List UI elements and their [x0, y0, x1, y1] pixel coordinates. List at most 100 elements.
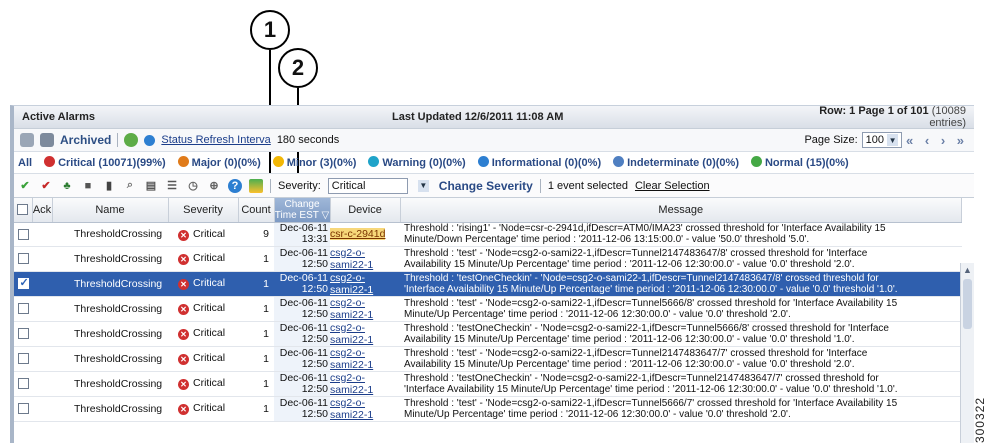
severity-filter-6[interactable]: Indeterminate (0)(0%) — [613, 156, 739, 169]
clear-icon[interactable]: ■ — [81, 179, 95, 193]
column-severity[interactable]: Severity — [168, 198, 239, 223]
device-link[interactable]: csg2-o-sami22-1 — [330, 372, 373, 396]
table-row[interactable]: ThresholdCrossing ✕ Critical 1Dec-06-1112:5… — [14, 396, 962, 422]
change-severity-button[interactable]: Change Severity — [439, 179, 533, 193]
severity-text: Critical — [193, 327, 226, 339]
annotate-icon[interactable]: ♣ — [60, 179, 74, 193]
status-refresh-interval-link[interactable]: Status Refresh Interva — [161, 134, 270, 146]
device-link[interactable]: csg2-o-sami22-1 — [330, 272, 373, 296]
device-link[interactable]: csg2-o-sami22-1 — [330, 397, 373, 421]
row-select-cell[interactable] — [14, 246, 32, 272]
count-cell: 1 — [238, 396, 274, 422]
severity-filter-5[interactable]: Informational (0)(0%) — [477, 156, 601, 169]
row-select-cell[interactable] — [14, 321, 32, 347]
page-size-select[interactable]: 100 ▼ — [861, 132, 903, 148]
select-all-checkbox[interactable] — [17, 204, 29, 216]
table-row[interactable]: ThresholdCrossing ✕ Critical 1Dec-06-1112:5… — [14, 246, 962, 272]
severity-filter-3[interactable]: Minor (3)(0%) — [272, 156, 356, 169]
filter-options-icon[interactable] — [40, 133, 54, 147]
select-all-header[interactable] — [14, 198, 33, 223]
device-cell: csg2-o-sami22-1 — [330, 246, 400, 272]
active-alarms-panel: Active Alarms Last Updated 12/6/2011 11:… — [10, 105, 974, 443]
critical-icon: ✕ — [178, 329, 189, 340]
event-list-icon[interactable]: ☰ — [165, 179, 179, 193]
device-link[interactable]: csg2-o-sami22-1 — [330, 297, 373, 321]
column-message[interactable]: Message — [400, 198, 962, 223]
column-ack[interactable]: Ack — [32, 198, 53, 223]
device-link[interactable]: csg2-o-sami22-1 — [330, 347, 373, 371]
severity-dropdown[interactable]: ▼ — [415, 178, 432, 194]
map-icon[interactable]: ⊕ — [207, 179, 221, 193]
message-line-2: Minute/Up Percentage' time period : '201… — [404, 408, 791, 420]
row-select-cell[interactable] — [14, 371, 32, 397]
scrollbar-thumb[interactable] — [963, 279, 972, 329]
message-cell: Threshold : 'test' - 'Node=csg2-o-sami22… — [400, 396, 962, 422]
table-row[interactable]: ThresholdCrossing ✕ Critical 1Dec-06-1112:5… — [14, 321, 962, 347]
pagination-arrows[interactable]: « ‹ › » — [906, 133, 968, 148]
device-link[interactable]: csr-c-2941d — [330, 228, 386, 240]
alarm-name: ThresholdCrossing — [52, 321, 168, 347]
row-checkbox[interactable] — [17, 228, 29, 240]
column-count[interactable]: Count — [238, 198, 275, 223]
row-checkbox[interactable] — [17, 253, 29, 265]
message-line-1: Threshold : 'testOneCheckin' - 'Node=csg… — [404, 272, 879, 284]
row-checkbox[interactable] — [17, 303, 29, 315]
column-device[interactable]: Device — [330, 198, 401, 223]
row-checkbox[interactable] — [17, 403, 29, 415]
table-row[interactable]: ThresholdCrossing ✕ Critical 9 Dec-06-11 13:3… — [14, 222, 962, 247]
severity-filter-label: Warning (0)(0%) — [382, 157, 466, 169]
alarm-name: ThresholdCrossing — [52, 222, 168, 247]
table-row[interactable]: ThresholdCrossing ✕ Critical 1Dec-06-1112:5… — [14, 271, 962, 297]
device-link[interactable]: csg2-o-sami22-1 — [330, 247, 373, 271]
details-icon[interactable]: ▤ — [144, 179, 158, 193]
row-checkbox[interactable] — [17, 378, 29, 390]
export-icon[interactable] — [249, 178, 263, 193]
severity-filter-icon — [177, 156, 189, 167]
column-name[interactable]: Name — [52, 198, 169, 223]
filter-icon[interactable] — [20, 133, 34, 147]
row-select-cell[interactable] — [14, 271, 32, 297]
severity-filter-7[interactable]: Normal (15)(0%) — [750, 156, 849, 169]
row-checkbox[interactable] — [17, 328, 29, 340]
device-link[interactable]: csg2-o-sami22-1 — [330, 322, 373, 346]
severity-text: Critical — [193, 227, 226, 240]
refresh-icon[interactable] — [124, 133, 139, 147]
severity-text: Critical — [193, 352, 226, 364]
callout-2: 2 — [278, 48, 318, 88]
severity-filter-2[interactable]: Major (0)(0%) — [177, 156, 261, 169]
severity-filter-0[interactable]: All — [18, 157, 32, 169]
table-row[interactable]: ThresholdCrossing ✕ Critical 1Dec-06-1112:5… — [14, 346, 962, 372]
row-checkbox[interactable] — [17, 276, 29, 290]
severity-filter-4[interactable]: Warning (0)(0%) — [368, 156, 466, 169]
scroll-up-icon[interactable]: ▲ — [963, 265, 972, 275]
unacknowledge-icon[interactable]: ✔ — [39, 179, 53, 193]
alarm-name: ThresholdCrossing — [52, 246, 168, 272]
severity-cell: ✕ Critical — [168, 222, 238, 247]
row-select-cell[interactable] — [14, 346, 32, 372]
delete-icon[interactable]: ▮ — [102, 179, 116, 193]
device-cell: csg2-o-sami22-1 — [330, 346, 400, 372]
table-scrollbar[interactable]: ▲ — [960, 263, 974, 443]
device-cell: csg2-o-sami22-1 — [330, 371, 400, 397]
row-select-cell[interactable] — [14, 222, 32, 247]
count-cell: 1 — [238, 246, 274, 272]
severity-select[interactable]: Critical — [327, 177, 408, 194]
row-checkbox[interactable] — [17, 353, 29, 365]
clear-selection-link[interactable]: Clear Selection — [635, 180, 710, 192]
archived-link[interactable]: Archived — [60, 133, 111, 147]
severity-filter-1[interactable]: Critical (10071)(99%) — [44, 156, 166, 169]
help-icon[interactable]: ? — [228, 178, 242, 193]
change-time-cell: Dec-06-11 12:50 — [274, 321, 330, 347]
row-select-cell[interactable] — [14, 296, 32, 322]
history-icon[interactable]: ◷ — [186, 179, 200, 193]
lookup-icon[interactable]: ⌕ — [123, 179, 137, 193]
table-row[interactable]: ThresholdCrossing ✕ Critical 1Dec-06-1112:5… — [14, 296, 962, 322]
column-change-time[interactable]: Change Time EST ▽ — [274, 198, 331, 223]
device-cell: csg2-o-sami22-1 — [330, 271, 400, 297]
row-select-cell[interactable] — [14, 396, 32, 422]
severity-text: Critical — [193, 252, 226, 264]
change-time-cell: Dec-06-11 12:50 — [274, 371, 330, 397]
table-row[interactable]: ThresholdCrossing ✕ Critical 1Dec-06-1112:5… — [14, 371, 962, 397]
acknowledge-icon[interactable]: ✔ — [18, 179, 32, 193]
ack-cell — [32, 371, 52, 397]
